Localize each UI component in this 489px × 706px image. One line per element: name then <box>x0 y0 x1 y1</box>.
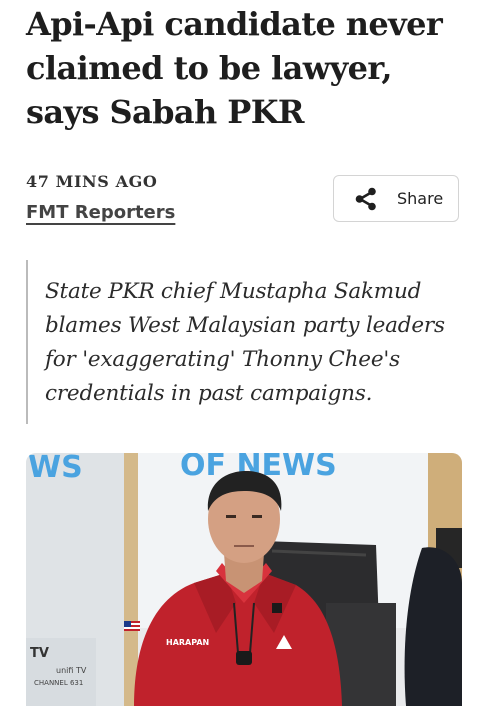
hero-photo-illustration: WS OF NEWS TV unifi TV CHANNEL 631 HARAP… <box>26 453 462 706</box>
hero-photo[interactable]: WS OF NEWS TV unifi TV CHANNEL 631 HARAP… <box>26 453 462 706</box>
shirt-badge-text: HARAPAN <box>166 638 209 647</box>
share-icon <box>354 187 378 211</box>
screen-text-channel: CHANNEL 631 <box>34 679 83 687</box>
article-headline: Api-Api candidate never claimed to be la… <box>26 5 443 131</box>
standfirst-text: State PKR chief Mustapha Sakmud blames W… <box>45 279 445 406</box>
share-button[interactable]: Share <box>333 175 459 222</box>
share-label: Share <box>397 189 444 208</box>
screen-text-unifi: unifi TV <box>56 666 87 675</box>
author-link[interactable]: FMT Reporters <box>26 202 175 224</box>
backdrop-text-left: WS <box>28 453 83 485</box>
publish-time: 47 MINS AGO <box>26 172 158 191</box>
article-meta: 47 MINS AGO FMT Reporters <box>26 171 306 224</box>
article: Api-Api candidate never claimed to be la… <box>0 0 489 706</box>
article-standfirst: State PKR chief Mustapha Sakmud blames W… <box>26 260 466 424</box>
screen-text-tv: TV <box>30 646 49 661</box>
